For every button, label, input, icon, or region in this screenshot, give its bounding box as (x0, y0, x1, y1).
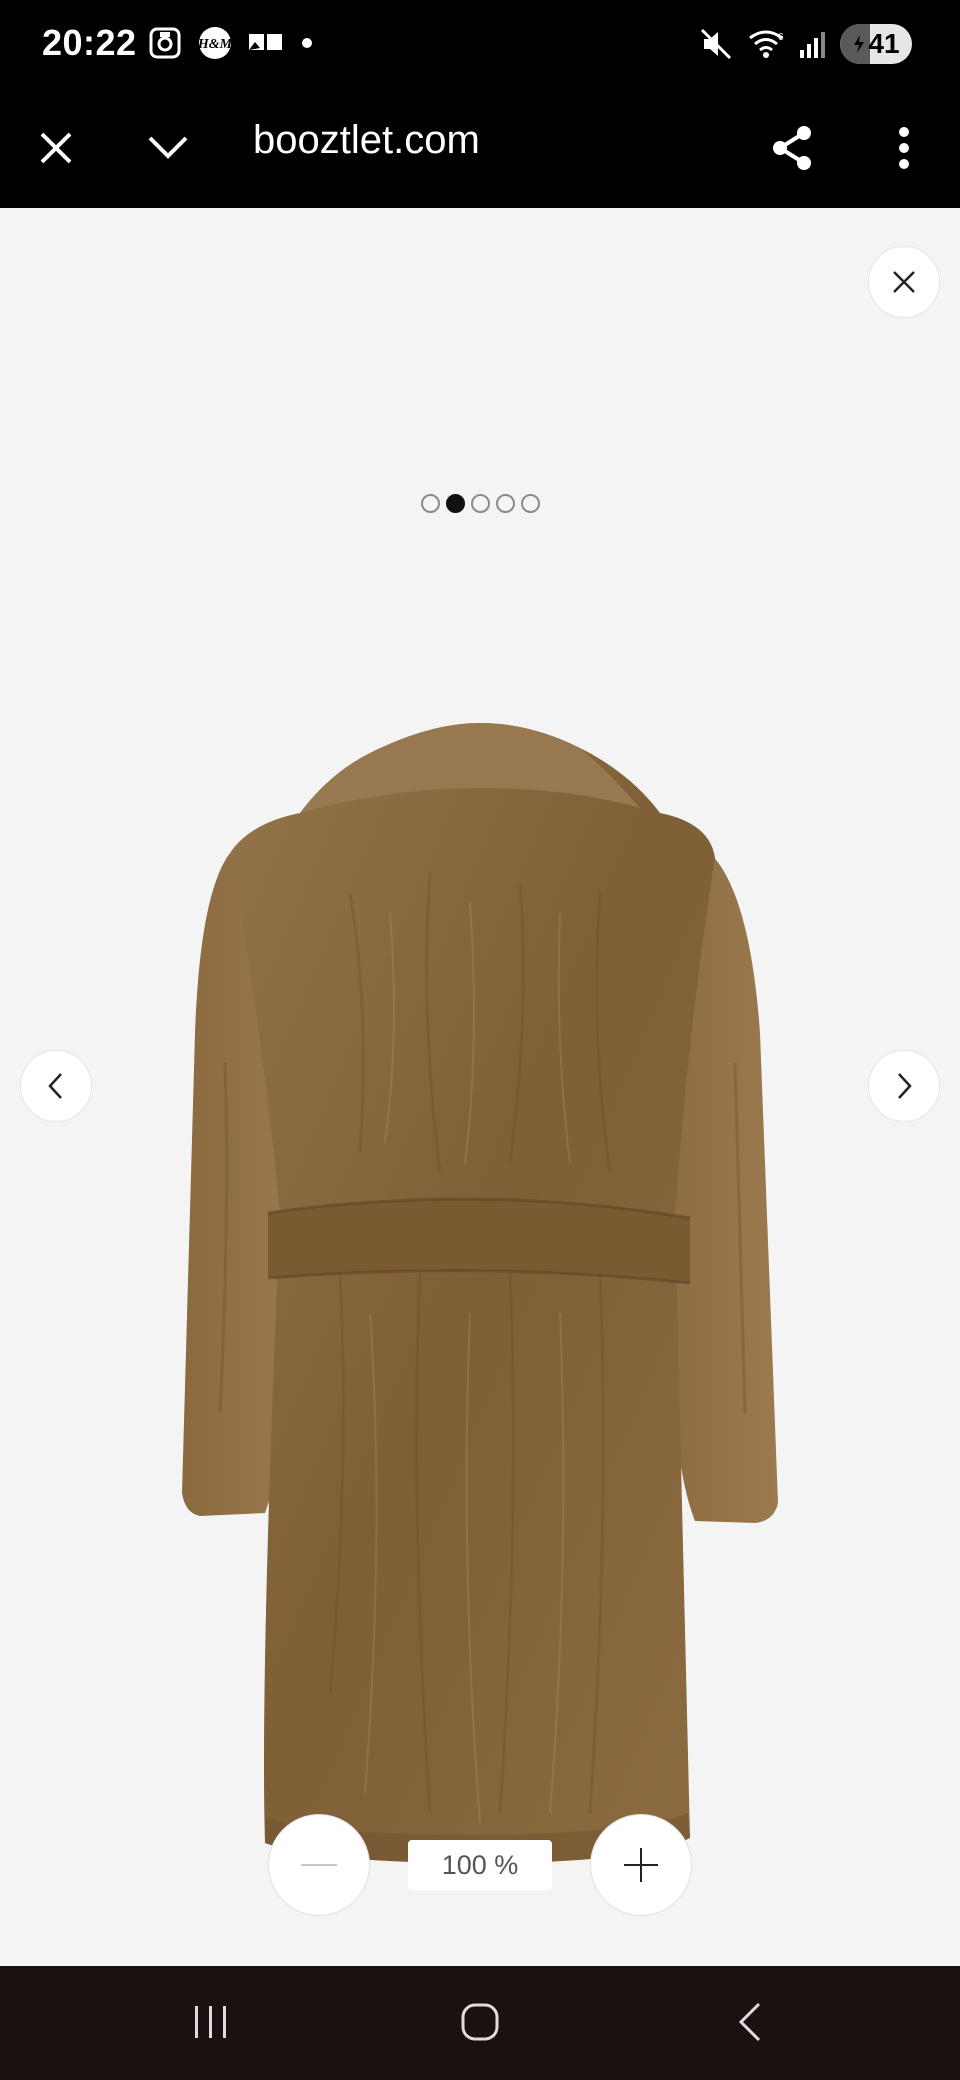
system-nav-bar (0, 1966, 960, 2080)
pagination-dot[interactable] (495, 494, 515, 513)
close-icon (893, 271, 915, 293)
more-options-button[interactable] (868, 112, 940, 184)
product-image[interactable] (170, 713, 790, 1873)
pagination-dot[interactable] (470, 494, 490, 513)
browser-toolbar: booztlet.com (0, 90, 960, 208)
screenshot-icon (148, 26, 182, 60)
pagination-dot[interactable] (520, 494, 540, 513)
share-button[interactable] (756, 112, 828, 184)
svg-text:6: 6 (778, 32, 784, 43)
close-viewer-button[interactable] (868, 246, 940, 318)
dot-icon (300, 36, 314, 50)
hm-app-icon: H&M (198, 26, 232, 60)
home-icon (461, 2003, 499, 2041)
more-vert-icon (899, 127, 909, 169)
battery-level: 41 (868, 28, 900, 59)
recent-apps-button[interactable] (166, 1986, 256, 2058)
chevron-down-icon (148, 136, 188, 159)
wifi-icon: 6 (746, 26, 786, 62)
close-tab-button[interactable] (20, 112, 92, 184)
gallery-icon (248, 32, 284, 54)
status-time: 20:22 (42, 22, 137, 63)
recent-apps-icon (195, 2006, 226, 2038)
plus-icon (624, 1848, 658, 1882)
pagination-dot-active[interactable] (445, 494, 465, 513)
chevron-right-icon (898, 1073, 912, 1099)
image-viewer: 100 % (0, 208, 960, 1966)
url-text[interactable]: booztlet.com (253, 118, 480, 163)
chevron-left-icon (48, 1073, 62, 1099)
zoom-in-button[interactable] (590, 1814, 692, 1916)
signal-icon (798, 28, 828, 60)
minimize-button[interactable] (132, 112, 204, 184)
status-icons-left: H&M (148, 26, 314, 60)
pagination-dot[interactable] (420, 494, 440, 513)
home-button[interactable] (435, 1986, 525, 2058)
prev-image-button[interactable] (20, 1050, 92, 1122)
minus-icon (301, 1864, 337, 1866)
share-icon (773, 126, 811, 170)
back-button[interactable] (705, 1986, 795, 2058)
close-icon (40, 132, 72, 164)
back-icon (738, 2002, 761, 2042)
status-bar: 20:22 H&M 6 41 (0, 0, 960, 90)
pagination-dots (0, 494, 960, 513)
next-image-button[interactable] (868, 1050, 940, 1122)
svg-text:H&M: H&M (198, 37, 232, 52)
zoom-out-button[interactable] (268, 1814, 370, 1916)
battery-icon: 41 (840, 24, 912, 64)
mute-icon (698, 26, 734, 62)
zoom-level: 100 % (408, 1840, 552, 1890)
status-icons-right: 6 41 (698, 24, 912, 64)
